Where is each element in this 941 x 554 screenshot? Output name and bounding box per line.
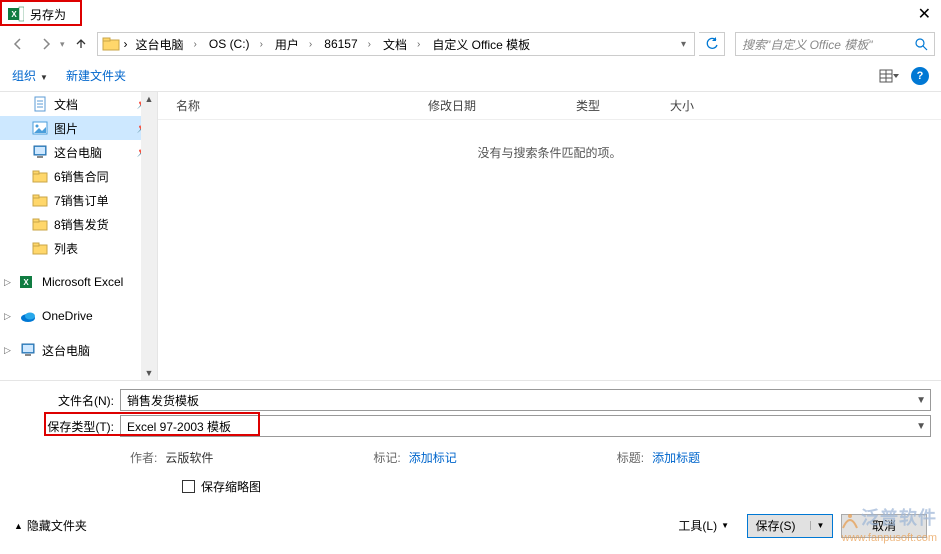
folder-icon [32, 168, 48, 184]
filetype-select[interactable]: Excel 97-2003 模板▼ [120, 415, 931, 437]
onedrive-icon [20, 308, 36, 324]
thumbnail-label: 保存缩略图 [201, 478, 261, 495]
address-bar[interactable]: › 这台电脑› OS (C:)› 用户› 86157› 文档› 自定义 Offi… [97, 32, 695, 56]
svg-text:X: X [23, 278, 29, 287]
tags-field[interactable]: 标记:添加标记 [373, 449, 456, 466]
view-button[interactable] [879, 69, 901, 83]
titlebar: X 另存为 ✕ [0, 0, 941, 28]
breadcrumb: 这台电脑› [132, 34, 201, 55]
sidebar-item-label: 文档 [54, 96, 78, 113]
excel-icon: X [20, 274, 36, 290]
sidebar-item[interactable]: 列表 [0, 236, 157, 260]
sidebar-item[interactable]: 6销售合同 [0, 164, 157, 188]
sidebar-item[interactable]: ▷ OneDrive [0, 304, 157, 328]
save-button[interactable]: 保存(S)▼ [747, 514, 833, 538]
history-dropdown[interactable]: ▾ [60, 39, 65, 50]
hide-folders-toggle[interactable]: ▲隐藏文件夹 [14, 517, 87, 534]
sidebar-item-label: 这台电脑 [42, 342, 90, 359]
breadcrumb: 用户› [271, 34, 316, 55]
search-input[interactable]: 搜索"自定义 Office 模板" [735, 32, 935, 56]
sidebar-item-label: 列表 [54, 240, 78, 257]
pic-icon [32, 120, 48, 136]
sidebar-item-label: 这台电脑 [54, 144, 102, 161]
col-name[interactable]: 名称 [176, 97, 428, 114]
pc-icon [32, 144, 48, 160]
address-dropdown[interactable]: ▾ [677, 39, 690, 50]
sidebar-item[interactable]: 文档📌 [0, 92, 157, 116]
doc-icon [32, 96, 48, 112]
col-type[interactable]: 类型 [576, 97, 670, 114]
footer: ▲隐藏文件夹 工具(L)▼ 保存(S)▼ 取消 [0, 503, 941, 548]
sidebar: 文档📌图片📌这台电脑📌 6销售合同 7销售订单 8销售发货列表 ▷ X Microsoft … [0, 92, 158, 380]
pc-icon [20, 342, 36, 358]
filename-label: 文件名(N): [10, 392, 120, 409]
tools-menu[interactable]: 工具(L)▼ [668, 513, 739, 538]
save-form: 文件名(N): 销售发货模板▼ 保存类型(T): Excel 97-2003 模… [0, 380, 941, 503]
sidebar-item-label: 7销售订单 [54, 192, 109, 209]
toolbar: 组织▼ 新建文件夹 ? [0, 60, 941, 92]
column-headers[interactable]: 名称 修改日期 类型 大小 [158, 92, 941, 120]
title-field[interactable]: 标题:添加标题 [617, 449, 700, 466]
sidebar-item[interactable]: 7销售订单 [0, 188, 157, 212]
breadcrumb: 自定义 Office 模板 [428, 34, 534, 55]
sidebar-item-label: 图片 [54, 120, 78, 137]
filename-input[interactable]: 销售发货模板▼ [120, 389, 931, 411]
organize-menu[interactable]: 组织▼ [12, 67, 48, 84]
expand-icon[interactable]: ▷ [4, 311, 11, 322]
author-field[interactable]: 作者:云版软件 [130, 449, 213, 466]
col-date[interactable]: 修改日期 [428, 97, 576, 114]
breadcrumb: OS (C:)› [205, 35, 267, 53]
sidebar-item-label: Microsoft Excel [42, 275, 123, 289]
close-button[interactable]: ✕ [918, 4, 931, 24]
filetype-label: 保存类型(T): [10, 418, 120, 435]
thumbnail-checkbox[interactable] [182, 480, 195, 493]
breadcrumb: 86157› [320, 35, 375, 53]
sidebar-item-label: 6销售合同 [54, 168, 109, 185]
expand-icon[interactable]: ▷ [4, 345, 11, 356]
folder-icon [32, 216, 48, 232]
window-title: 另存为 [30, 6, 66, 23]
up-button[interactable] [69, 32, 93, 56]
sidebar-item[interactable]: ▷ 这台电脑 [0, 338, 157, 362]
help-button[interactable]: ? [911, 67, 929, 85]
nav-row: ▾ › 这台电脑› OS (C:)› 用户› 86157› 文档› 自定义 Of… [0, 28, 941, 60]
sidebar-item[interactable]: 8销售发货 [0, 212, 157, 236]
file-list: 名称 修改日期 类型 大小 没有与搜索条件匹配的项。 [158, 92, 941, 380]
breadcrumb: 文档› [379, 34, 424, 55]
expand-icon[interactable]: ▷ [4, 277, 11, 288]
chevron-right-icon[interactable]: › [124, 37, 128, 51]
sidebar-item-label: OneDrive [42, 309, 93, 323]
svg-text:X: X [11, 10, 17, 19]
excel-icon: X [8, 6, 24, 22]
sidebar-item-label: 8销售发货 [54, 216, 109, 233]
sidebar-scrollbar[interactable]: ▲▼ [141, 92, 157, 380]
sidebar-item[interactable]: 这台电脑📌 [0, 140, 157, 164]
search-icon [915, 38, 928, 51]
sidebar-item[interactable]: 图片📌 [0, 116, 157, 140]
cancel-button[interactable]: 取消 [841, 514, 927, 538]
refresh-button[interactable] [699, 32, 725, 56]
col-size[interactable]: 大小 [670, 97, 694, 114]
folder-icon [32, 240, 48, 256]
empty-message: 没有与搜索条件匹配的项。 [158, 144, 941, 161]
new-folder-button[interactable]: 新建文件夹 [66, 67, 126, 84]
folder-icon [32, 192, 48, 208]
forward-button[interactable] [34, 32, 58, 56]
sidebar-item[interactable]: ▷ X Microsoft Excel [0, 270, 157, 294]
back-button[interactable] [6, 32, 30, 56]
folder-icon [102, 36, 120, 52]
